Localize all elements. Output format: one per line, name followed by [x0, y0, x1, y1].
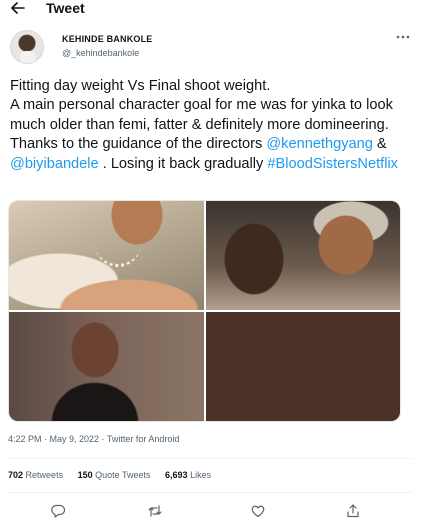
photo-4[interactable] [206, 312, 400, 421]
quote-tweets-count: 150 [77, 470, 93, 480]
divider [8, 458, 413, 459]
retweet-icon[interactable] [147, 503, 163, 519]
necklace-detail [95, 241, 141, 267]
tweet-timestamp[interactable]: 4:22 PM · May 9, 2022 · Twitter for Andr… [8, 434, 179, 444]
likes-stat[interactable]: 6,693 Likes [165, 470, 211, 480]
media-grid [8, 200, 401, 422]
tweet-text-amp: & [372, 136, 387, 153]
engagement-stats: 702 Retweets 150 Quote Tweets 6,693 Like… [8, 470, 223, 480]
quote-tweets-label: Quote Tweets [95, 470, 151, 480]
mention-link-kennethgyang[interactable]: @kennethgyang [266, 136, 373, 152]
author-handle[interactable]: @_kehindebankole [62, 48, 139, 58]
reply-icon[interactable] [50, 503, 66, 519]
quote-tweets-stat[interactable]: 150 Quote Tweets [78, 470, 151, 480]
retweets-count: 702 [8, 470, 24, 480]
retweets-label: Retweets [25, 470, 64, 480]
photo-2[interactable] [206, 201, 400, 310]
action-bar [0, 503, 421, 523]
like-icon[interactable] [250, 503, 266, 519]
tweet-text-line1: Fitting day weight Vs Final shoot weight… [10, 78, 271, 94]
likes-count: 6,693 [165, 470, 188, 480]
photo-3[interactable] [9, 312, 204, 421]
author-display-name[interactable]: KEHINDE BANKOLE [62, 34, 153, 44]
page-title: Tweet [46, 0, 85, 16]
photo-1[interactable] [9, 201, 204, 310]
share-icon[interactable] [345, 503, 361, 519]
retweets-stat[interactable]: 702 Retweets [8, 470, 63, 480]
tweet-author: KEHINDE BANKOLE @_kehindebankole [10, 30, 410, 66]
more-icon[interactable] [395, 32, 411, 42]
back-arrow-icon[interactable] [8, 0, 28, 18]
top-bar: Tweet [0, 0, 421, 20]
hashtag-link[interactable]: #BloodSistersNetflix [267, 156, 398, 172]
likes-label: Likes [190, 470, 212, 480]
tweet-text-tail: . Losing it back gradually [98, 155, 268, 172]
tweet-text: Fitting day weight Vs Final shoot weight… [10, 77, 415, 174]
avatar[interactable] [10, 30, 44, 64]
mention-link-biyibandele[interactable]: @biyibandele [10, 156, 99, 172]
divider [8, 492, 413, 493]
